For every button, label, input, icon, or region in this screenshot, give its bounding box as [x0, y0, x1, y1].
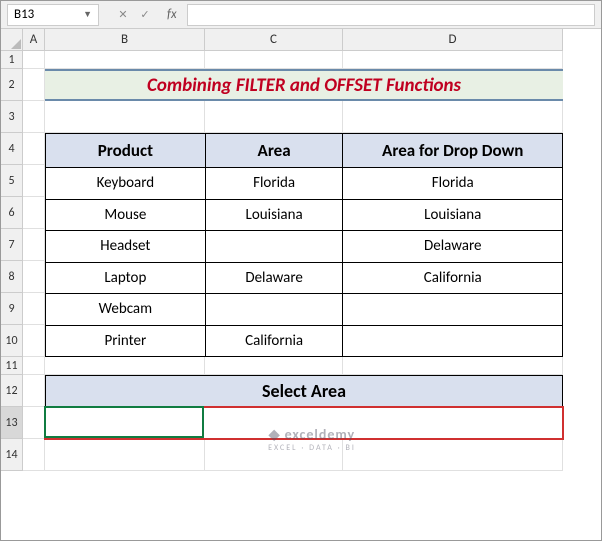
- data-table: ProductAreaArea for Drop Down KeyboardFl…: [45, 133, 563, 357]
- spreadsheet-grid: 1234567891011121314 ABCD Combining FILTE…: [1, 29, 601, 540]
- table-row: MouseLouisianaLouisiana: [46, 199, 563, 231]
- table-header: Area for Drop Down: [343, 134, 563, 168]
- table-cell[interactable]: Louisiana: [343, 199, 563, 231]
- table-cell[interactable]: [343, 294, 563, 326]
- chevron-down-icon[interactable]: ▼: [83, 9, 92, 20]
- formula-bar-buttons: ✕ ✓: [113, 5, 155, 25]
- watermark-icon: ◆: [269, 426, 281, 443]
- table-row: Webcam: [46, 294, 563, 326]
- row-header-12[interactable]: 12: [1, 375, 23, 407]
- column-headers: ABCD: [23, 29, 601, 51]
- row-header-1[interactable]: 1: [1, 51, 23, 69]
- fx-icon[interactable]: fx: [167, 7, 177, 22]
- select-area-label: Select Area: [262, 380, 346, 402]
- row-header-6[interactable]: 6: [1, 197, 23, 229]
- table-cell[interactable]: Florida: [205, 168, 343, 200]
- column-header-c[interactable]: C: [205, 29, 343, 51]
- row-header-13[interactable]: 13: [1, 407, 23, 439]
- left-column: 1234567891011121314: [1, 29, 23, 540]
- table-cell[interactable]: Florida: [343, 168, 563, 200]
- table-row: KeyboardFloridaFlorida: [46, 168, 563, 200]
- row-header-10[interactable]: 10: [1, 325, 23, 357]
- table-cell[interactable]: Delaware: [205, 262, 343, 294]
- column-header-a[interactable]: A: [23, 29, 45, 51]
- table-cell[interactable]: Delaware: [343, 231, 563, 263]
- row-headers: 1234567891011121314: [1, 51, 23, 471]
- row-header-8[interactable]: 8: [1, 261, 23, 293]
- table-cell[interactable]: Laptop: [46, 262, 206, 294]
- select-area-header: Select Area: [45, 375, 563, 407]
- table-cell[interactable]: Printer: [46, 325, 206, 357]
- row-header-11[interactable]: 11: [1, 357, 23, 375]
- row-header-2[interactable]: 2: [1, 69, 23, 101]
- table-cell[interactable]: [205, 294, 343, 326]
- row-header-14[interactable]: 14: [1, 439, 23, 471]
- main-grid: ABCD Combining FILTER and OFFSET Functio…: [23, 29, 601, 540]
- table-cell[interactable]: [205, 231, 343, 263]
- row-header-5[interactable]: 5: [1, 165, 23, 197]
- row-header-4[interactable]: 4: [1, 133, 23, 165]
- watermark-tag: EXCEL · DATA · BI: [268, 443, 356, 453]
- title-banner: Combining FILTER and OFFSET Functions: [45, 69, 563, 101]
- table-cell[interactable]: Headset: [46, 231, 206, 263]
- cells-area[interactable]: Combining FILTER and OFFSET Functions Pr…: [23, 51, 601, 471]
- table-cell[interactable]: Webcam: [46, 294, 206, 326]
- table-cell[interactable]: Keyboard: [46, 168, 206, 200]
- table-row: Headset Delaware: [46, 231, 563, 263]
- select-all-corner[interactable]: [1, 29, 23, 51]
- watermark-name: exceldemy: [285, 426, 356, 443]
- column-header-b[interactable]: B: [45, 29, 205, 51]
- table-cell[interactable]: California: [343, 262, 563, 294]
- table-cell[interactable]: Mouse: [46, 199, 206, 231]
- check-icon: ✓: [135, 5, 155, 25]
- formula-bar-row: B13 ▼ ✕ ✓ fx: [1, 1, 601, 29]
- table-cell[interactable]: [343, 325, 563, 357]
- title-text: Combining FILTER and OFFSET Functions: [147, 74, 461, 97]
- table-header: Area: [205, 134, 343, 168]
- formula-input[interactable]: [187, 4, 595, 26]
- table-row: PrinterCalifornia: [46, 325, 563, 357]
- row-header-7[interactable]: 7: [1, 229, 23, 261]
- row-header-9[interactable]: 9: [1, 293, 23, 325]
- column-header-d[interactable]: D: [343, 29, 563, 51]
- watermark: ◆ exceldemy EXCEL · DATA · BI: [268, 426, 356, 453]
- row-header-3[interactable]: 3: [1, 101, 23, 133]
- table-cell[interactable]: Louisiana: [205, 199, 343, 231]
- cancel-icon: ✕: [113, 5, 133, 25]
- table-header: Product: [46, 134, 206, 168]
- table-cell[interactable]: California: [205, 325, 343, 357]
- name-box[interactable]: B13 ▼: [7, 4, 99, 26]
- name-box-value: B13: [14, 7, 34, 22]
- table-row: LaptopDelawareCalifornia: [46, 262, 563, 294]
